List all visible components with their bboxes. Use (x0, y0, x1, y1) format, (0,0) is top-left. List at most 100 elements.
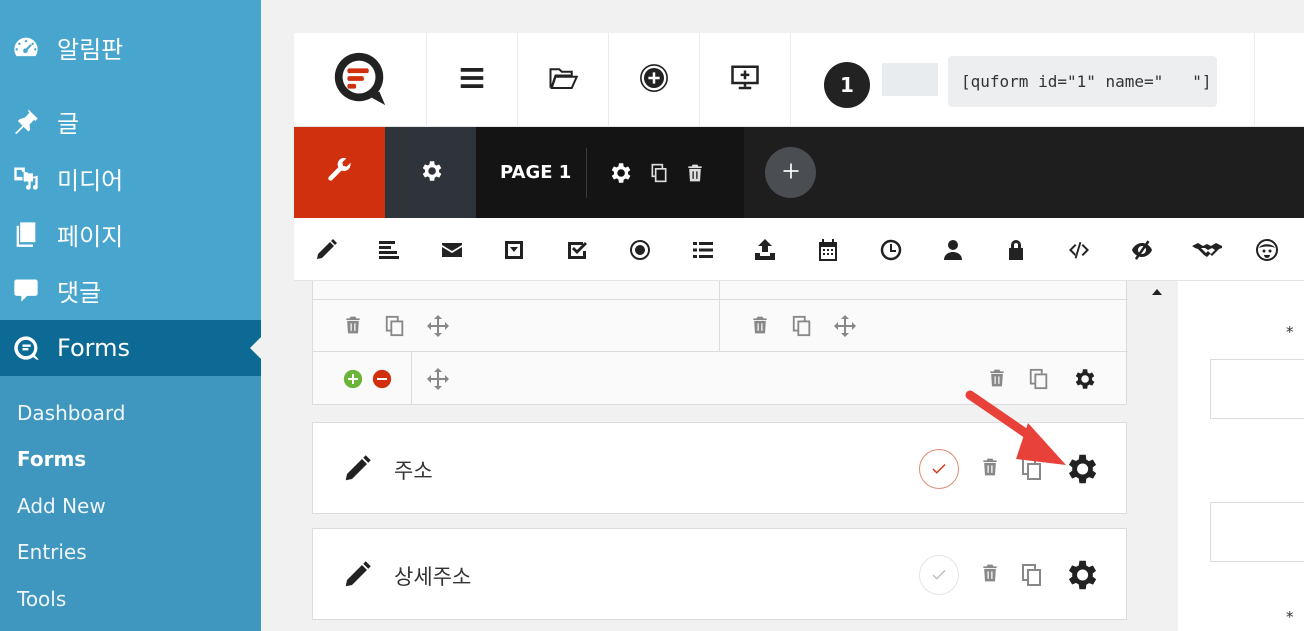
gear-icon[interactable] (1071, 366, 1097, 392)
load-form-button[interactable] (518, 33, 609, 127)
password-icon[interactable] (1003, 237, 1029, 263)
submenu-dashboard[interactable]: Dashboard (17, 401, 126, 425)
toolbar-divider (1254, 33, 1255, 127)
field-label: 주소 (394, 459, 433, 483)
pencil-icon (342, 454, 372, 488)
select-icon[interactable] (501, 237, 527, 263)
trash-icon[interactable] (750, 315, 770, 335)
gear-icon[interactable] (1062, 556, 1100, 594)
comments-icon (11, 275, 41, 305)
sidebar-item-label: 페이지 (57, 222, 124, 251)
textarea-icon[interactable] (376, 237, 402, 263)
upload-icon[interactable] (752, 237, 778, 263)
menu-icon (457, 63, 487, 97)
submenu-forms[interactable]: Forms (17, 447, 86, 471)
form-name-field[interactable] (882, 63, 938, 96)
move-icon[interactable] (833, 314, 857, 338)
page-copy-icon[interactable] (649, 163, 669, 183)
pencil-icon (342, 560, 372, 594)
quform-icon (11, 333, 41, 363)
divider (313, 351, 1128, 352)
required-mark: * (1286, 608, 1294, 626)
submenu-entries[interactable]: Entries (17, 540, 87, 564)
sidebar-item-dashboard[interactable]: 알림판 (0, 19, 261, 75)
divider (719, 281, 720, 351)
pencil-icon[interactable] (313, 237, 339, 263)
submenu-tools[interactable]: Tools (17, 587, 66, 611)
dashboard-icon (11, 32, 41, 62)
field-types-bar (294, 218, 1304, 281)
gear-icon (418, 158, 444, 188)
scroll-up-arrow[interactable] (1152, 289, 1162, 295)
shortcode-display[interactable]: [quform id="1" name=" "] (948, 56, 1217, 107)
menu-button[interactable] (427, 33, 518, 127)
tab-separator (586, 147, 587, 198)
name-icon[interactable] (940, 237, 966, 263)
sidebar-item-label: 알림판 (57, 35, 124, 64)
radio-icon[interactable] (627, 237, 653, 263)
admin-sidebar: 알림판 글 미디어 페이지 댓글 Forms Dashboard Forms A… (0, 0, 261, 631)
preview-input[interactable] (1210, 502, 1304, 562)
add-page-button[interactable] (765, 147, 816, 198)
add-circle-icon (639, 63, 669, 97)
media-icon (11, 163, 41, 193)
submenu-add-new[interactable]: Add New (17, 494, 106, 518)
annotation-arrow (965, 390, 1066, 465)
field-card-address-detail[interactable]: 상세주소 (312, 528, 1127, 620)
sidebar-item-comments[interactable]: 댓글 (0, 262, 261, 318)
pages-icon (11, 219, 41, 249)
pin-icon (11, 106, 41, 136)
hidden-icon[interactable] (1129, 237, 1155, 263)
sidebar-item-forms[interactable]: Forms (0, 320, 261, 376)
trash-icon[interactable] (980, 563, 1000, 583)
move-icon[interactable] (426, 367, 450, 391)
page-tab-label: PAGE 1 (500, 162, 572, 183)
required-toggle[interactable] (919, 449, 959, 489)
html-icon[interactable] (1066, 237, 1092, 263)
email-icon[interactable] (439, 237, 465, 263)
tab-form-settings[interactable] (294, 127, 385, 218)
preview-panel-body: * * (1178, 281, 1304, 631)
wrench-icon (326, 157, 354, 189)
move-icon[interactable] (426, 314, 450, 338)
copy-icon[interactable] (1020, 563, 1044, 587)
sidebar-item-media[interactable]: 미디어 (0, 150, 261, 206)
tab-global-settings[interactable] (385, 127, 476, 218)
page-trash-icon[interactable] (685, 163, 705, 183)
page-gear-icon[interactable] (607, 160, 633, 186)
preview-button[interactable] (700, 33, 791, 127)
add-form-button[interactable] (609, 33, 700, 127)
preview-input[interactable] (1210, 359, 1304, 419)
time-icon[interactable] (878, 237, 904, 263)
divider (411, 351, 412, 405)
captcha-icon[interactable] (1191, 237, 1223, 263)
preview-screen-icon (730, 63, 760, 97)
preview-panel: * * (1164, 281, 1304, 631)
remove-column-icon[interactable] (372, 369, 392, 389)
sidebar-item-label: Forms (57, 334, 130, 362)
required-mark: * (1286, 323, 1294, 341)
builder-tabbar: PAGE 1 (294, 127, 1304, 218)
sidebar-item-label: 글 (57, 109, 80, 138)
add-page-icon (781, 161, 801, 185)
trash-icon[interactable] (343, 315, 363, 335)
tab-page-1[interactable]: PAGE 1 (476, 127, 744, 218)
copy-icon[interactable] (384, 315, 406, 337)
date-icon[interactable] (815, 237, 841, 263)
add-column-icon[interactable] (343, 369, 363, 389)
field-label: 상세주소 (394, 565, 472, 589)
avatar-icon[interactable] (1254, 237, 1280, 263)
copy-icon[interactable] (791, 315, 813, 337)
builder-toolbar: 1 [quform id="1" name=" "] (294, 33, 1304, 127)
checkbox-icon[interactable] (564, 237, 590, 263)
required-toggle[interactable] (919, 555, 959, 595)
sidebar-item-label: 댓글 (57, 278, 102, 307)
sidebar-item-label: 미디어 (57, 166, 124, 195)
quform-logo[interactable] (294, 33, 427, 127)
form-id-badge: 1 (824, 62, 870, 108)
sidebar-item-posts[interactable]: 글 (0, 93, 261, 149)
folder-open-icon (548, 63, 579, 97)
list-icon[interactable] (690, 237, 716, 263)
forms-submenu: Dashboard Forms Add New Entries Tools (0, 376, 261, 631)
sidebar-item-pages[interactable]: 페이지 (0, 206, 261, 262)
